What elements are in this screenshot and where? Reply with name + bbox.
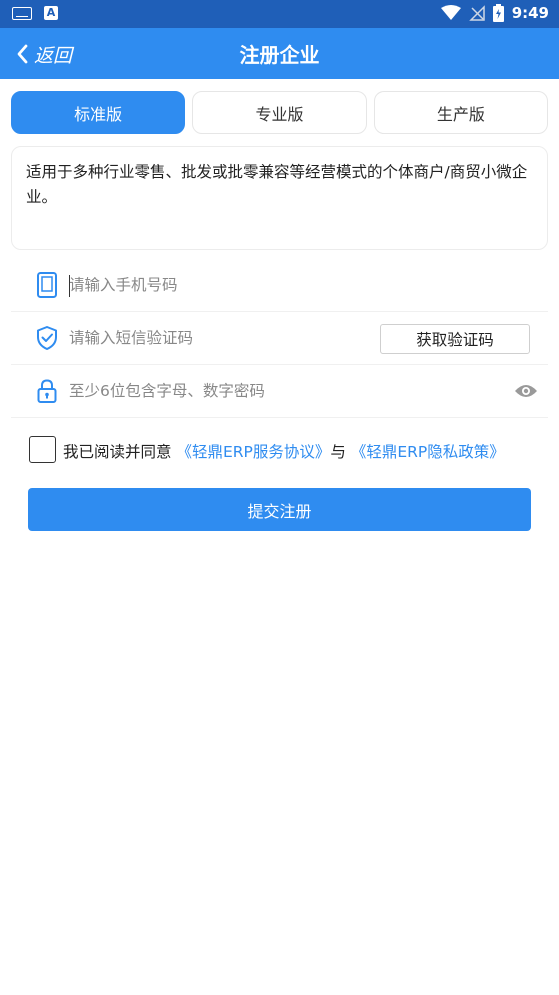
agree-checkbox[interactable] xyxy=(29,435,56,463)
tab-standard[interactable]: 标准版 xyxy=(11,91,186,134)
lock-icon xyxy=(37,379,57,403)
agreement-conjunction: 与 xyxy=(330,443,346,461)
register-form: 获取验证码 xyxy=(11,259,548,418)
keyboard-icon xyxy=(12,6,32,20)
wifi-icon xyxy=(440,5,461,20)
status-bar: A 9:49 xyxy=(0,0,559,28)
edition-tabs: 标准版 专业版 生产版 xyxy=(11,91,548,134)
agreement-row: 我已阅读并同意 《轻鼎ERP服务协议》与 《轻鼎ERP隐私政策》 xyxy=(29,434,549,468)
privacy-policy-link[interactable]: 《轻鼎ERP隐私政策》 xyxy=(351,443,505,461)
clock: 9:49 xyxy=(511,4,549,22)
app-notification-icon: A xyxy=(44,6,58,20)
sms-code-input[interactable] xyxy=(69,322,369,354)
service-agreement-link[interactable]: 《轻鼎ERP服务协议》 xyxy=(176,443,330,461)
password-input[interactable] xyxy=(69,375,469,407)
phone-input[interactable] xyxy=(69,269,509,301)
tab-professional[interactable]: 专业版 xyxy=(192,91,367,134)
phone-row xyxy=(11,259,548,312)
submit-register-button[interactable]: 提交注册 xyxy=(28,488,531,531)
sms-row: 获取验证码 xyxy=(11,312,548,365)
battery-icon xyxy=(492,4,504,22)
nav-bar: 返回 注册企业 xyxy=(0,28,559,79)
password-row xyxy=(11,365,548,418)
page-title: 注册企业 xyxy=(239,43,320,67)
phone-icon xyxy=(37,272,57,298)
edition-description: 适用于多种行业零售、批发或批零兼容等经营模式的个体商户/商贸小微企业。 xyxy=(11,146,548,250)
signal-off-icon xyxy=(468,5,485,21)
eye-icon[interactable] xyxy=(514,383,538,399)
get-code-button[interactable]: 获取验证码 xyxy=(380,324,530,354)
agreement-prefix: 我已阅读并同意 xyxy=(63,443,172,461)
text-cursor xyxy=(69,275,70,297)
shield-check-icon xyxy=(37,326,57,350)
tab-production[interactable]: 生产版 xyxy=(373,91,548,134)
